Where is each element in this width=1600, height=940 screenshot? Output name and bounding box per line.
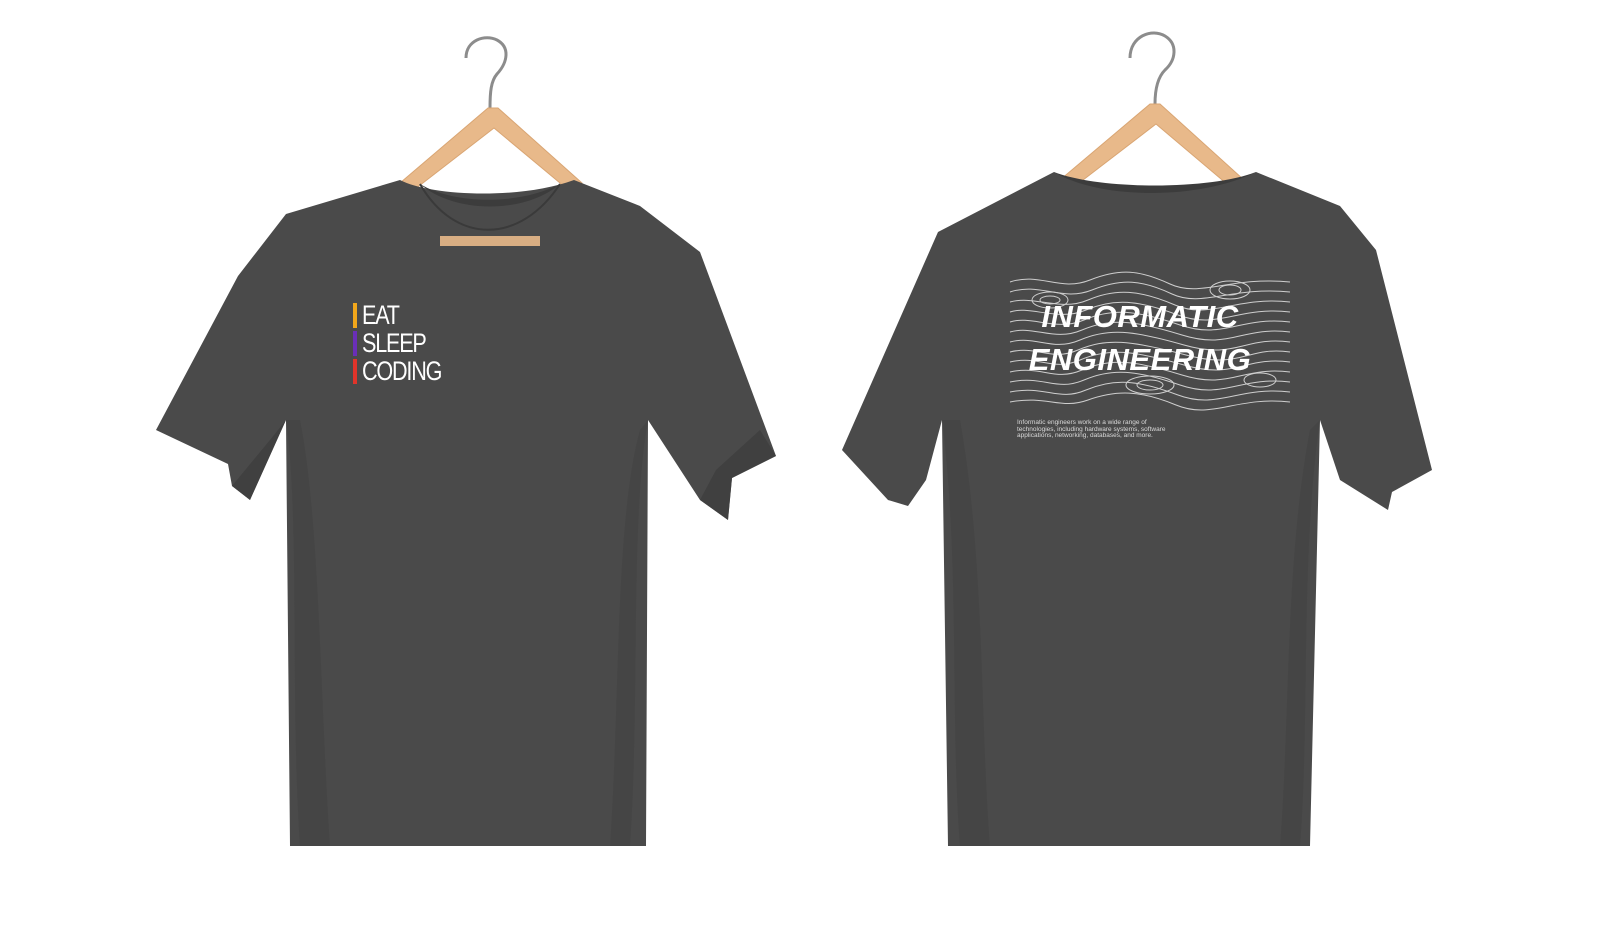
front-chest-print: EAT SLEEP CODING	[353, 302, 461, 385]
eat-text: EAT	[362, 300, 400, 330]
print-line-eat: EAT	[353, 302, 461, 329]
back-title-line1: INFORMATIC	[1041, 299, 1239, 334]
back-title-line2: ENGINEERING	[1028, 342, 1252, 377]
print-line-coding: CODING	[353, 358, 461, 385]
eat-color-bar	[353, 303, 357, 328]
back-shirt-graphic	[842, 31, 1432, 846]
back-description: Informatic engineers work on a wide rang…	[1017, 419, 1166, 439]
coding-text: CODING	[362, 356, 442, 386]
coding-color-bar	[353, 359, 357, 384]
print-line-sleep: SLEEP	[353, 330, 461, 357]
sleep-color-bar	[353, 331, 357, 356]
sleep-text: SLEEP	[362, 328, 427, 358]
back-hanger	[1059, 103, 1245, 191]
product-image: EAT SLEEP CODING INFORMATIC ENGINEERING …	[0, 0, 1600, 940]
back-hanger-hook	[1128, 31, 1176, 105]
